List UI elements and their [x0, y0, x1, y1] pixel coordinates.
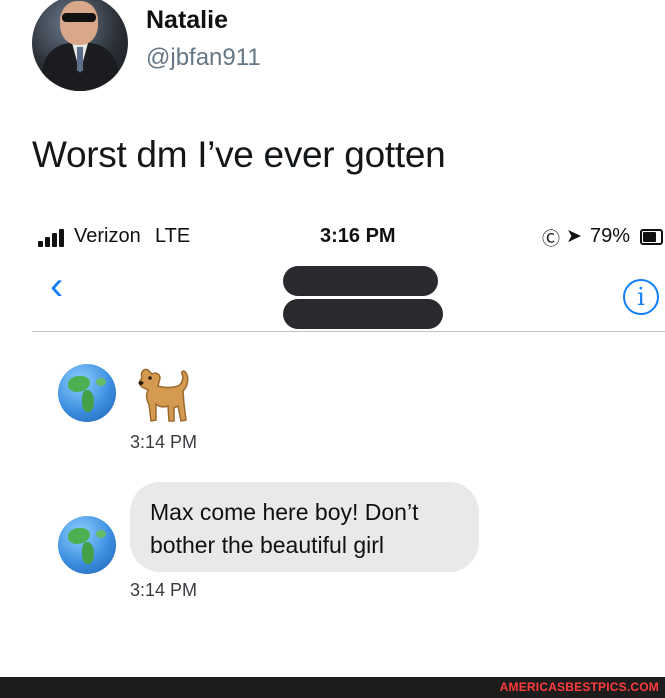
user-handle[interactable]: @jbfan911 [146, 44, 261, 72]
globe-avatar-icon [58, 516, 116, 574]
location-arrow-icon: ➤ [566, 226, 582, 247]
battery-percentage: 79% [590, 225, 631, 247]
status-time: 3:16 PM [320, 225, 396, 247]
message-timestamp: 3:14 PM [130, 580, 198, 600]
back-chevron-icon[interactable]: ‹ [50, 266, 76, 308]
avatar-tie [77, 47, 83, 71]
watermark-bar: AMERICASBESTPICS.COM [0, 677, 665, 698]
globe-avatar-icon [58, 364, 116, 422]
message-bubble[interactable]: Max come here boy! Don’t bother the beau… [130, 482, 479, 572]
redacted-contact-detail [283, 299, 443, 329]
status-bar: Verizon LTE 3:16 PM Ⓒ ➤ 79% [38, 225, 665, 253]
avatar-face [60, 1, 98, 45]
carrier-name: Verizon [74, 225, 141, 247]
redacted-contact-name [283, 266, 438, 296]
tweet-text: Worst dm I’ve ever gotten [32, 134, 446, 175]
signal-bars-icon [38, 229, 68, 247]
network-type: LTE [155, 225, 191, 247]
avatar-sunglasses [62, 13, 96, 22]
watermark-text: AMERICASBESTPICS.COM [499, 680, 659, 694]
dog-emoji-icon [138, 368, 189, 422]
info-icon[interactable]: i [623, 279, 659, 315]
nav-divider [32, 331, 665, 332]
rotation-lock-icon: Ⓒ [542, 229, 560, 249]
profile-avatar[interactable] [32, 0, 128, 91]
battery-icon [640, 229, 663, 245]
message-timestamp: 3:14 PM [130, 432, 198, 452]
user-display-name[interactable]: Natalie [146, 6, 228, 35]
